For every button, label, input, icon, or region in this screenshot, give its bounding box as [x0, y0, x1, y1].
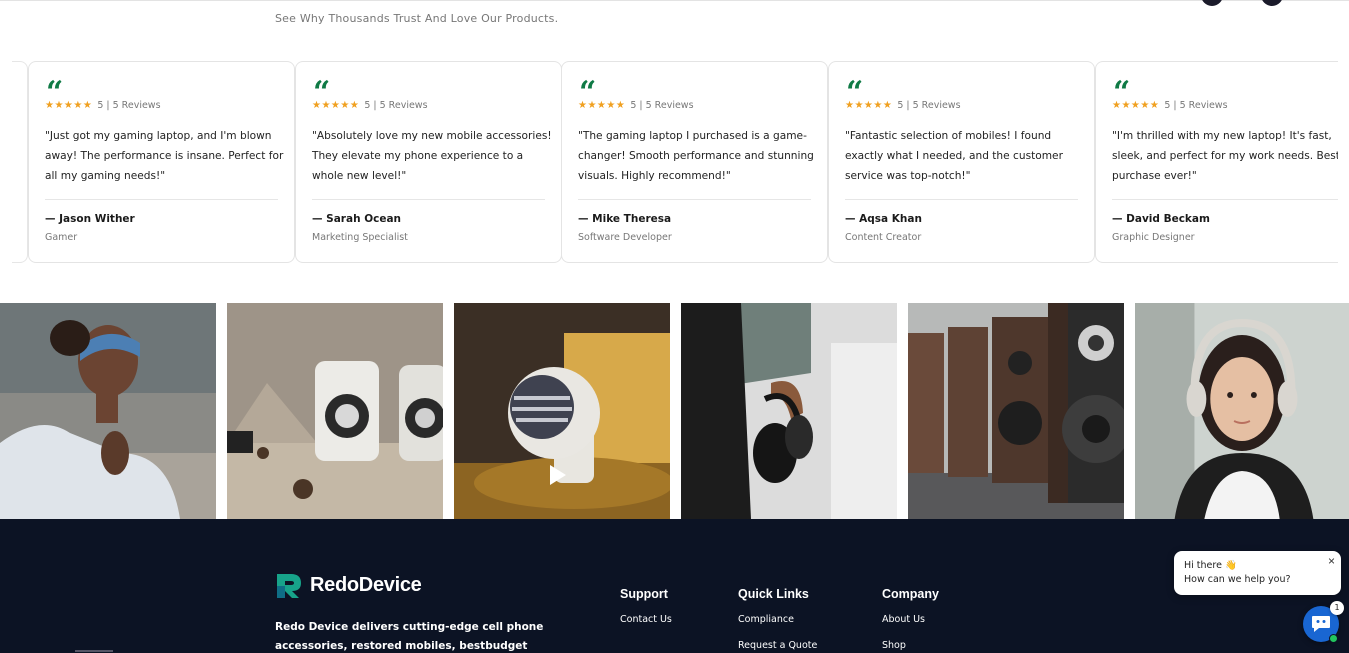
- page: See Why Thousands Trust And Love Our Pro…: [0, 0, 1349, 653]
- rating: ★★★★★ 5 | 5 Reviews: [45, 100, 161, 111]
- carousel-prev-button[interactable]: [1201, 0, 1223, 6]
- chat-greeting-popup[interactable]: Hi there 👋 How can we help you? ×: [1174, 551, 1341, 595]
- footer-column-title: Support: [620, 587, 668, 601]
- rating-text: 5 | 5 Reviews: [97, 100, 161, 111]
- site-footer: RedoDevice Redo Device delivers cutting-…: [0, 519, 1349, 653]
- close-icon[interactable]: ×: [1328, 554, 1335, 568]
- product-gallery: [0, 303, 1349, 519]
- testimonial-card-partial: [12, 61, 28, 263]
- testimonial-card: “ ★★★★★ 5 | 5 Reviews "Just got my gaming…: [28, 61, 295, 263]
- star-rating-icon: ★★★★★: [312, 100, 360, 111]
- star-rating-icon: ★★★★★: [845, 100, 893, 111]
- gallery-image-speakers[interactable]: [227, 303, 443, 519]
- footer-column-title: Company: [882, 587, 939, 601]
- review-author: — Aqsa Khan: [845, 213, 922, 225]
- review-role: Marketing Specialist: [312, 232, 408, 243]
- rating: ★★★★★ 5 | 5 Reviews: [578, 100, 694, 111]
- testimonial-card: “ ★★★★★ 5 | 5 Reviews "Fantastic selectio…: [828, 61, 1095, 263]
- review-text: "I'm thrilled with my new laptop! It's f…: [1112, 130, 1338, 182]
- review-role: Gamer: [45, 232, 78, 243]
- footer-link-shop[interactable]: Shop: [882, 640, 939, 651]
- star-rating-icon: ★★★★★: [45, 100, 93, 111]
- rating: ★★★★★ 5 | 5 Reviews: [1112, 100, 1228, 111]
- rating: ★★★★★ 5 | 5 Reviews: [845, 100, 961, 111]
- online-status-dot: [1329, 634, 1338, 643]
- card-divider: [578, 199, 811, 200]
- brand-logo-icon: [277, 574, 301, 598]
- card-divider: [845, 199, 1078, 200]
- rating-text: 5 | 5 Reviews: [364, 100, 428, 111]
- footer-logo[interactable]: RedoDevice: [275, 572, 422, 599]
- testimonial-card: “ ★★★★★ 5 | 5 Reviews "Absolutely love my…: [295, 61, 562, 263]
- footer-description: Redo Device delivers cutting-edge cell p…: [275, 621, 544, 652]
- brand-name: RedoDevice: [310, 574, 422, 596]
- review-role: Graphic Designer: [1112, 232, 1195, 243]
- star-rating-icon: ★★★★★: [578, 100, 626, 111]
- testimonials-carousel: “ ★★★★★ 5 | 5 Reviews "Just got my gaming…: [12, 61, 1338, 263]
- footer-column-title: Quick Links: [738, 587, 809, 601]
- footer-link-compliance[interactable]: Compliance: [738, 614, 817, 625]
- gallery-image-floor-speakers[interactable]: [908, 303, 1124, 519]
- footer-partial-element: [75, 650, 113, 652]
- footer-link-request-quote[interactable]: Request a Quote: [738, 640, 817, 651]
- rating-text: 5 | 5 Reviews: [630, 100, 694, 111]
- gallery-image-projector[interactable]: [454, 303, 670, 519]
- card-divider: [45, 199, 278, 200]
- gallery-image-woman-headphones[interactable]: [1135, 303, 1349, 519]
- chat-greeting: Hi there 👋: [1184, 560, 1237, 571]
- card-divider: [312, 199, 545, 200]
- chat-prompt: How can we help you?: [1184, 574, 1291, 585]
- footer-link-contact-us[interactable]: Contact Us: [620, 614, 672, 625]
- review-author: — Sarah Ocean: [312, 213, 402, 225]
- section-subtitle: See Why Thousands Trust And Love Our Pro…: [275, 12, 559, 25]
- review-role: Software Developer: [578, 232, 672, 243]
- rating-text: 5 | 5 Reviews: [897, 100, 961, 111]
- rating-text: 5 | 5 Reviews: [1164, 100, 1228, 111]
- review-text: "Absolutely love my new mobile accessori…: [312, 130, 552, 182]
- review-text: "Fantastic selection of mobiles! I found…: [845, 130, 1063, 182]
- star-rating-icon: ★★★★★: [1112, 100, 1160, 111]
- carousel-next-button[interactable]: [1261, 0, 1283, 6]
- footer-column-support: Support Contact Us: [620, 587, 672, 625]
- review-role: Content Creator: [845, 232, 922, 243]
- testimonial-card: “ ★★★★★ 5 | 5 Reviews "The gaming laptop …: [561, 61, 828, 263]
- review-author: — Mike Theresa: [578, 213, 672, 225]
- review-text: "Just got my gaming laptop, and I'm blow…: [45, 130, 284, 182]
- footer-link-about-us[interactable]: About Us: [882, 614, 939, 625]
- review-author: — David Beckam: [1112, 213, 1210, 225]
- top-divider: [0, 0, 1349, 1]
- chat-bubble-icon: [1312, 616, 1330, 632]
- rating: ★★★★★ 5 | 5 Reviews: [312, 100, 428, 111]
- card-divider: [1112, 199, 1338, 200]
- footer-column-quick-links: Quick Links Compliance Request a Quote: [738, 587, 817, 651]
- footer-column-company: Company About Us Shop: [882, 587, 939, 651]
- testimonial-card: “ ★★★★★ 5 | 5 Reviews "I'm thrilled with …: [1095, 61, 1338, 263]
- gallery-image-runner-earbuds[interactable]: [0, 303, 216, 519]
- review-author: — Jason Wither: [45, 213, 135, 225]
- chat-unread-badge: 1: [1330, 601, 1344, 615]
- review-text: "The gaming laptop I purchased is a game…: [578, 130, 814, 182]
- gallery-image-headphones-hand[interactable]: [681, 303, 897, 519]
